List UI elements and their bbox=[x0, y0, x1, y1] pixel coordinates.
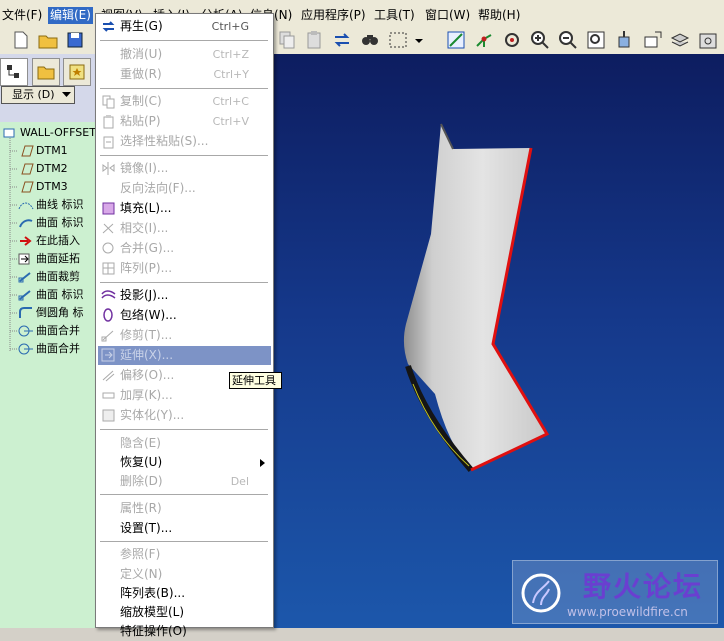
menu-item-mirror[interactable]: 镜像(I)... bbox=[98, 159, 271, 178]
menu-separator bbox=[100, 88, 268, 90]
paste-toolbar-icon[interactable] bbox=[303, 29, 325, 51]
show-dropdown-button[interactable]: 显示 (D) bbox=[1, 86, 75, 104]
wrap-icon bbox=[103, 308, 113, 322]
graphics-viewport[interactable] bbox=[273, 54, 724, 628]
menu-item-delete[interactable]: 删除(D) Del bbox=[98, 472, 271, 491]
dropdown-arrow-icon[interactable] bbox=[412, 29, 426, 51]
paste-icon bbox=[103, 115, 114, 129]
axis-icon[interactable] bbox=[473, 29, 495, 51]
menu-item-copy[interactable]: 复制(C) Ctrl+C bbox=[98, 92, 271, 111]
menu-item-suppress[interactable]: 隐含(E) bbox=[98, 434, 271, 453]
tab-model-tree[interactable] bbox=[0, 58, 28, 86]
zoom-out-icon[interactable] bbox=[557, 29, 579, 51]
extend-tool-tooltip: 延伸工具 bbox=[229, 372, 282, 389]
model-surface-graphic bbox=[403, 123, 550, 472]
navigator-panel: 显示 (D) WALL-OFFSET.P DTM1 DTM2 DTM3 曲线 标… bbox=[0, 54, 96, 628]
watermark-title: 野火论坛 bbox=[583, 570, 704, 603]
menu-item-pattern-table[interactable]: 阵列表(B)... bbox=[98, 584, 271, 603]
menu-item-definition[interactable]: 定义(N) bbox=[98, 565, 271, 584]
menu-separator bbox=[100, 155, 268, 157]
watermark-url: www.proewildfire.cn bbox=[567, 605, 688, 619]
menu-item-fill[interactable]: 填充(L)... bbox=[98, 199, 271, 218]
model-tree-icon bbox=[7, 65, 19, 78]
show-button-label: 显示 (D) bbox=[12, 88, 55, 101]
open-folder-icon[interactable] bbox=[37, 29, 59, 51]
menu-item-project[interactable]: 投影(J)... bbox=[98, 286, 271, 305]
menu-item-merge[interactable]: 合并(G)... bbox=[98, 239, 271, 258]
menu-item-trim[interactable]: 修剪(T)... bbox=[98, 326, 271, 345]
find-icon[interactable] bbox=[359, 29, 381, 51]
select-box-icon[interactable] bbox=[387, 29, 409, 51]
offset-icon bbox=[102, 370, 115, 382]
pattern-icon bbox=[102, 262, 115, 275]
menu-help[interactable]: 帮助(H) bbox=[476, 7, 522, 24]
menu-item-undo[interactable]: 撤消(U) Ctrl+Z bbox=[98, 45, 271, 64]
intersect-icon bbox=[102, 223, 114, 234]
menu-applications[interactable]: 应用程序(P) bbox=[299, 7, 368, 24]
menu-tools[interactable]: 工具(T) bbox=[372, 7, 417, 24]
model-tree-settings-icon[interactable] bbox=[697, 29, 719, 51]
regenerate-toolbar-icon[interactable] bbox=[331, 29, 353, 51]
menu-item-intersect[interactable]: 相交(I)... bbox=[98, 219, 271, 238]
tab-folder-browser[interactable] bbox=[32, 58, 60, 86]
menu-separator bbox=[100, 494, 268, 496]
menu-edit[interactable]: 编辑(E) bbox=[48, 7, 93, 24]
menu-window[interactable]: 窗口(W) bbox=[423, 7, 472, 24]
regenerate-icon bbox=[102, 21, 115, 32]
copy-icon bbox=[102, 95, 115, 109]
menu-item-solidify[interactable]: 实体化(Y)... bbox=[98, 406, 271, 425]
menu-separator bbox=[100, 282, 268, 284]
fill-icon bbox=[102, 202, 115, 215]
menu-item-setup[interactable]: 设置(T)... bbox=[98, 519, 271, 538]
tree-connector-lines bbox=[9, 138, 18, 352]
menu-item-feature-operations[interactable]: 特征操作(O) bbox=[98, 622, 271, 641]
extend-icon bbox=[101, 348, 115, 362]
folder-browser-icon bbox=[37, 66, 55, 80]
sketch-icon[interactable] bbox=[445, 29, 467, 51]
menu-item-flip-normal[interactable]: 反向法向(F)... bbox=[98, 179, 271, 198]
save-icon[interactable] bbox=[64, 29, 86, 51]
spin-icon[interactable] bbox=[501, 29, 523, 51]
menu-item-wrap[interactable]: 包络(W)... bbox=[98, 306, 271, 325]
menu-item-redo[interactable]: 重做(R) Ctrl+Y bbox=[98, 65, 271, 84]
menu-item-resume[interactable]: 恢复(U) bbox=[98, 453, 271, 472]
solidify-icon bbox=[102, 409, 115, 422]
new-file-icon[interactable] bbox=[10, 29, 32, 51]
favorites-icon bbox=[69, 64, 85, 80]
menu-item-pattern[interactable]: 阵列(P)... bbox=[98, 259, 271, 278]
model-tree: WALL-OFFSET.P DTM1 DTM2 DTM3 曲线 标识 曲面 标识… bbox=[0, 122, 96, 628]
project-icon bbox=[101, 290, 116, 299]
menu-item-extend[interactable]: 延伸(X)... bbox=[98, 346, 271, 365]
menu-item-properties[interactable]: 属性(R) bbox=[98, 499, 271, 518]
refit-icon[interactable] bbox=[585, 29, 607, 51]
chevron-down-icon bbox=[62, 92, 72, 97]
wildfire-logo-icon bbox=[521, 573, 561, 613]
view-manager-icon[interactable] bbox=[641, 29, 663, 51]
thicken-icon bbox=[102, 392, 115, 399]
tab-favorites[interactable] bbox=[63, 58, 91, 86]
paste-special-icon bbox=[103, 136, 114, 149]
menu-separator bbox=[100, 40, 268, 42]
copy-toolbar-icon[interactable] bbox=[276, 29, 298, 51]
menu-item-references[interactable]: 参照(F) bbox=[98, 545, 271, 564]
reorient-icon[interactable] bbox=[613, 29, 635, 51]
submenu-arrow-icon bbox=[260, 459, 265, 467]
menu-file[interactable]: 文件(F) bbox=[0, 7, 44, 24]
menu-item-regenerate[interactable]: 再生(G) Ctrl+G bbox=[98, 17, 271, 36]
zoom-in-icon[interactable] bbox=[529, 29, 551, 51]
mirror-icon bbox=[102, 162, 115, 175]
menu-separator bbox=[100, 541, 268, 543]
trim-icon bbox=[101, 330, 114, 342]
layers-icon[interactable] bbox=[669, 29, 691, 51]
menu-item-paste[interactable]: 粘贴(P) Ctrl+V bbox=[98, 112, 271, 131]
menu-item-scale-model[interactable]: 缩放模型(L) bbox=[98, 603, 271, 622]
edit-menu: 再生(G) Ctrl+G 撤消(U) Ctrl+Z 重做(R) Ctrl+Y 复… bbox=[95, 13, 274, 638]
merge-icon bbox=[102, 242, 114, 254]
watermark: 野火论坛 www.proewildfire.cn bbox=[512, 560, 718, 624]
menu-item-paste-special[interactable]: 选择性粘贴(S)... bbox=[98, 132, 271, 151]
menu-separator bbox=[100, 429, 268, 431]
